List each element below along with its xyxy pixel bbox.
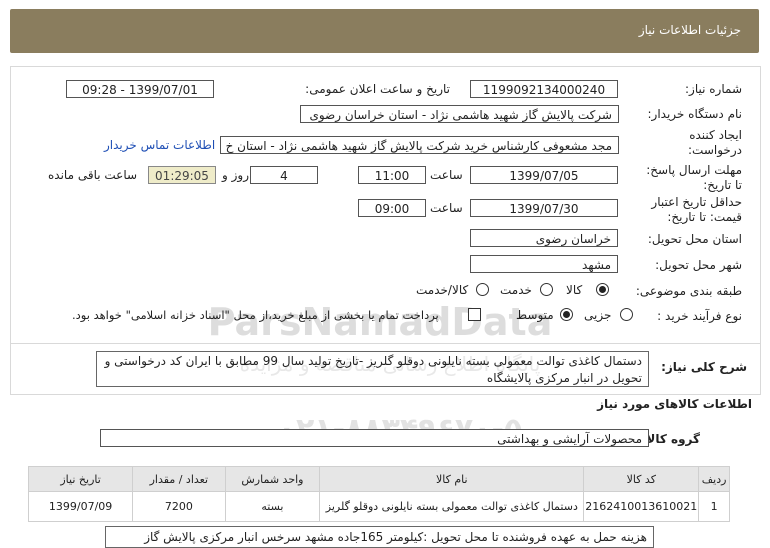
cell-date: 1399/07/09 bbox=[27, 491, 134, 522]
goods-table: ردیف کد کالا نام کالا واحد شمارش تعداد /… bbox=[27, 466, 730, 522]
remaining-time-field: 01:29:05 bbox=[148, 166, 216, 184]
category-goods-radio[interactable] bbox=[596, 283, 609, 296]
page-title: جزئیات اطلاعات نیاز bbox=[638, 23, 741, 37]
validity-time-label: ساعت bbox=[430, 201, 463, 215]
process-label: نوع فرآیند خرید : bbox=[657, 309, 742, 323]
contact-buyer-link[interactable]: اطلاعات تماس خریدار bbox=[104, 138, 215, 152]
category-both-radio[interactable] bbox=[476, 283, 489, 296]
need-number-field: 1199092134000240 bbox=[470, 80, 618, 98]
send-time-field: 11:00 bbox=[358, 166, 426, 184]
creator-label-1: ایجاد کننده bbox=[689, 128, 742, 142]
validity-date-field: 1399/07/30 bbox=[470, 199, 618, 217]
col-qty: تعداد / مقدار bbox=[132, 466, 226, 492]
process-minor-label: جزیی bbox=[584, 308, 612, 322]
validity-label-2: قیمت: تا تاریخ: bbox=[667, 210, 742, 224]
cell-name: دستمال کاغذی توالت معمولی بسته نایلونی د… bbox=[319, 491, 585, 522]
need-number-label: شماره نیاز: bbox=[685, 82, 742, 96]
category-goods-label: کالا bbox=[566, 283, 583, 297]
validity-label-1: حداقل تاریخ اعتبار bbox=[651, 195, 742, 209]
watermark-logo: ParsNamadData bbox=[207, 300, 553, 344]
cell-code: 2162410013610021 bbox=[583, 491, 700, 522]
goods-group-field: محصولات آرایشی و بهداشتی bbox=[100, 429, 649, 447]
category-both-label: کالا/خدمت bbox=[416, 283, 469, 297]
col-date: تاریخ نیاز bbox=[27, 466, 134, 492]
buyer-label: نام دستگاه خریدار: bbox=[647, 107, 743, 121]
city-field: مشهد bbox=[470, 255, 618, 273]
province-label: استان محل تحویل: bbox=[647, 232, 742, 246]
category-service-label: خدمت bbox=[500, 283, 532, 297]
creator-label-2: درخواست: bbox=[688, 143, 742, 157]
col-code: کد کالا bbox=[583, 466, 700, 492]
send-deadline-label-2: تا تاریخ: bbox=[703, 178, 742, 192]
process-medium-radio[interactable] bbox=[560, 308, 573, 321]
buyer-field: شرکت پالایش گاز شهید هاشمی نژاد - استان … bbox=[300, 105, 619, 123]
city-label: شهر محل تحویل: bbox=[655, 258, 742, 272]
validity-time-field: 09:00 bbox=[358, 199, 426, 217]
cell-qty: 7200 bbox=[132, 491, 226, 522]
treasury-checkbox[interactable] bbox=[468, 308, 481, 321]
process-minor-radio[interactable] bbox=[620, 308, 633, 321]
payment-note: پرداخت تمام یا بخشی از مبلغ خرید،از محل … bbox=[72, 308, 439, 322]
col-unit: واحد شمارش bbox=[224, 466, 321, 492]
send-deadline-label-1: مهلت ارسال پاسخ: bbox=[646, 163, 742, 177]
process-medium-label: متوسط bbox=[516, 308, 554, 322]
col-name: نام کالا bbox=[319, 466, 585, 492]
announce-field: 1399/07/01 - 09:28 bbox=[66, 80, 214, 98]
page-header: جزئیات اطلاعات نیاز bbox=[10, 9, 759, 53]
goods-section-title: اطلاعات کالاهای مورد نیاز bbox=[597, 397, 752, 411]
creator-field: مجد مشعوفی کارشناس خرید شرکت پالایش گاز … bbox=[220, 136, 619, 154]
col-row: ردیف bbox=[698, 466, 730, 492]
description-field: دستمال کاغذی توالت معمولی بسته نایلونی د… bbox=[96, 351, 649, 387]
send-date-field: 1399/07/05 bbox=[470, 166, 618, 184]
table-row: 1 2162410013610021 دستمال کاغذی توالت مع… bbox=[27, 491, 730, 522]
days-label: روز و bbox=[222, 168, 249, 182]
send-time-label: ساعت bbox=[430, 168, 463, 182]
goods-group-label: گروه کالا: bbox=[641, 432, 700, 446]
days-field: 4 bbox=[250, 166, 318, 184]
province-field: خراسان رضوی bbox=[470, 229, 618, 247]
description-label: شرح کلی نیاز: bbox=[661, 360, 747, 374]
remaining-label: ساعت باقی مانده bbox=[48, 168, 138, 182]
cell-row: 1 bbox=[698, 491, 730, 522]
cell-unit: بسته bbox=[224, 491, 321, 522]
announce-label: تاریخ و ساعت اعلان عمومی: bbox=[305, 82, 450, 96]
category-label: طبقه بندی موضوعی: bbox=[635, 284, 742, 298]
category-service-radio[interactable] bbox=[540, 283, 553, 296]
